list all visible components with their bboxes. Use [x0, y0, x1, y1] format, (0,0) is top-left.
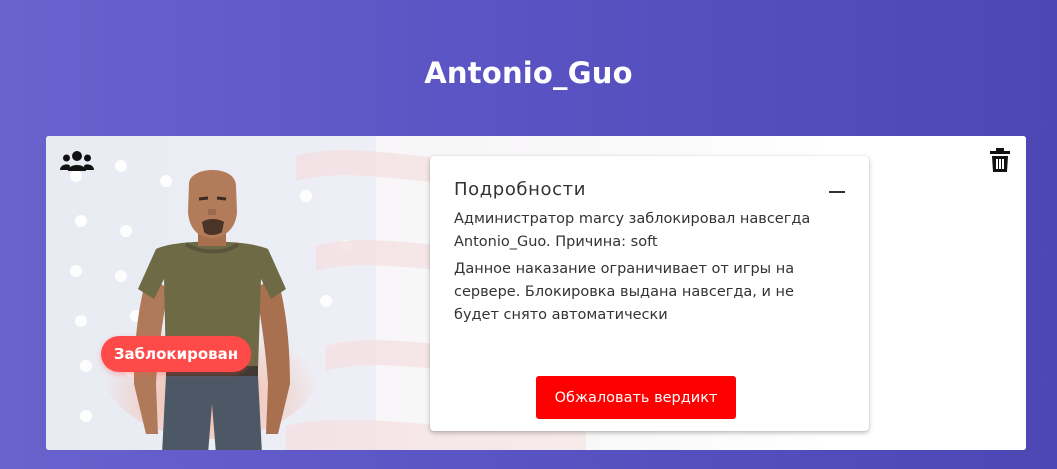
details-title: Подробности [454, 179, 586, 200]
page-title: Antonio_Guo [424, 56, 633, 90]
details-panel: Подробности Администратор marcy заблокир… [430, 156, 869, 431]
appeal-verdict-button[interactable]: Обжаловать вердикт [536, 376, 736, 419]
trash-icon[interactable] [990, 148, 1010, 172]
ban-description: Администратор marcy заблокировал навсегд… [454, 211, 811, 250]
status-badge: Заблокирован [101, 336, 251, 372]
character-avatar [101, 170, 321, 450]
ban-explanation: Данное наказание ограничивает от игры на… [454, 261, 795, 323]
player-card: Заблокирован Подробности Администратор m… [46, 136, 1026, 450]
collapse-button[interactable] [823, 180, 851, 204]
